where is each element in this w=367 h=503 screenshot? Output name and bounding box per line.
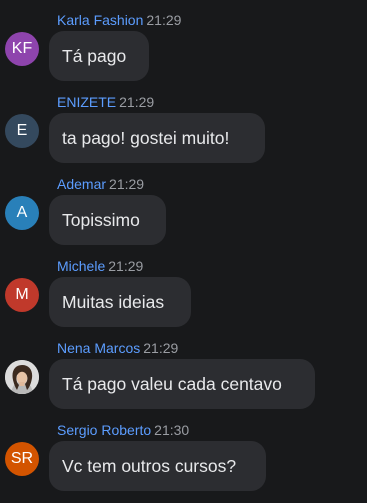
chat-message: KF Karla Fashion 21:29 Tá pago — [0, 11, 367, 93]
avatar[interactable]: KF — [5, 32, 39, 66]
message-time: 21:29 — [109, 176, 145, 192]
message-bubble: Topissimo — [49, 195, 166, 245]
message-bubble: Muitas ideias — [49, 277, 191, 327]
author-name[interactable]: ENIZETE — [57, 94, 116, 110]
author-name[interactable]: Karla Fashion — [57, 12, 143, 28]
message-time: 21:29 — [119, 94, 155, 110]
author-name[interactable]: Ademar — [57, 176, 106, 192]
avatar[interactable] — [5, 360, 39, 394]
chat-message: SR Sergio Roberto 21:30 Vc tem outros cur… — [0, 421, 367, 503]
message-time: 21:29 — [108, 258, 144, 274]
chat-message: A Ademar 21:29 Topissimo — [0, 175, 367, 257]
message-header: Ademar 21:29 — [57, 175, 144, 193]
message-time: 21:29 — [146, 12, 182, 28]
message-header: Karla Fashion 21:29 — [57, 11, 181, 29]
chat-message: M Michele 21:29 Muitas ideias — [0, 257, 367, 339]
message-bubble: ta pago! gostei muito! — [49, 113, 265, 163]
message-header: Michele 21:29 — [57, 257, 143, 275]
author-name[interactable]: Nena Marcos — [57, 340, 140, 356]
user-photo-icon — [5, 360, 39, 394]
avatar[interactable]: M — [5, 278, 39, 312]
author-name[interactable]: Michele — [57, 258, 105, 274]
message-bubble: Tá pago — [49, 31, 149, 81]
message-bubble: Tá pago valeu cada centavo — [49, 359, 315, 409]
message-header: ENIZETE 21:29 — [57, 93, 154, 111]
avatar[interactable]: E — [5, 114, 39, 148]
avatar[interactable]: A — [5, 196, 39, 230]
chat-message-list: KF Karla Fashion 21:29 Tá pago E ENIZETE 2… — [0, 0, 367, 495]
avatar[interactable]: SR — [5, 442, 39, 476]
message-time: 21:29 — [143, 340, 179, 356]
author-name[interactable]: Sergio Roberto — [57, 422, 151, 438]
message-header: Sergio Roberto 21:30 — [57, 421, 189, 439]
message-time: 21:30 — [154, 422, 190, 438]
message-header: Nena Marcos 21:29 — [57, 339, 178, 357]
chat-message: E ENIZETE 21:29 ta pago! gostei muito! — [0, 93, 367, 175]
message-bubble: Vc tem outros cursos? — [49, 441, 266, 491]
chat-message: Nena Marcos 21:29 Tá pago valeu cada cent… — [0, 339, 367, 421]
